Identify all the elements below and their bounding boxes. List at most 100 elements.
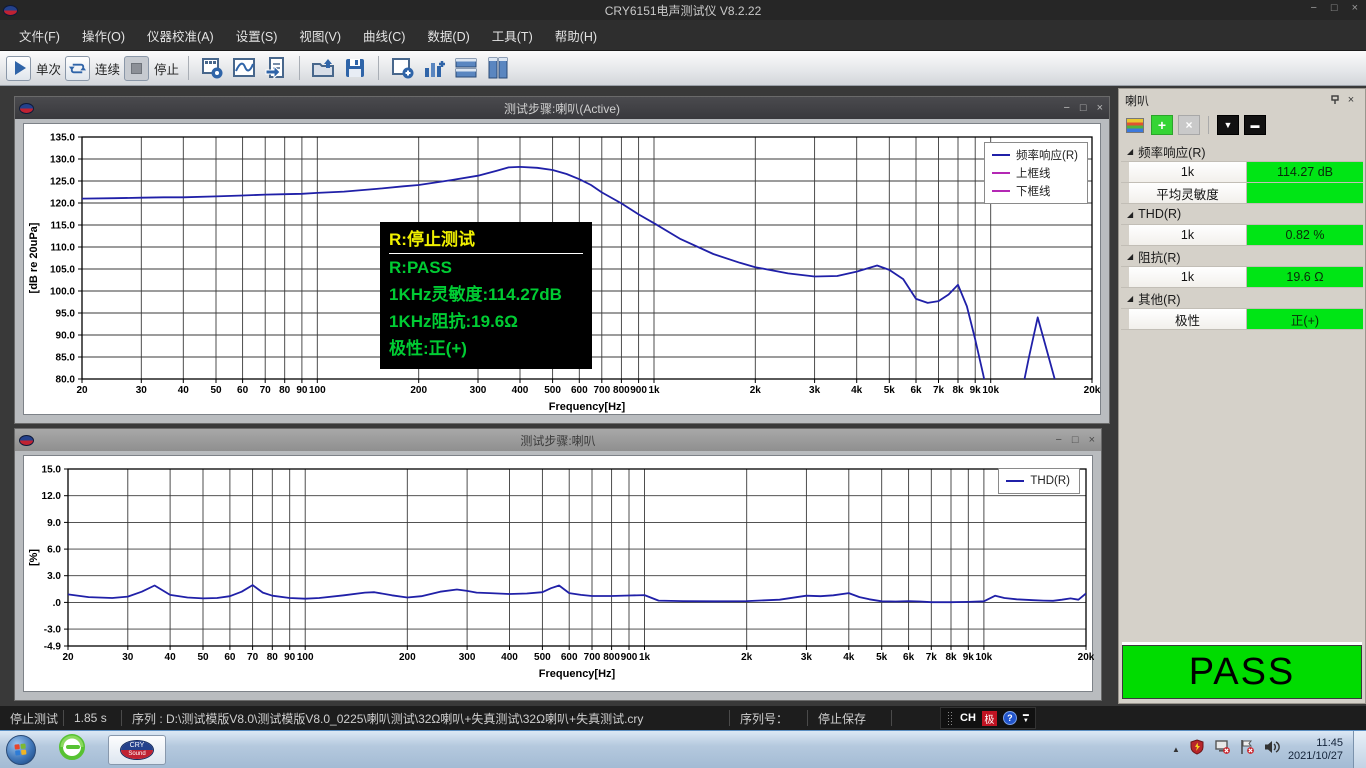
svg-text:70: 70 bbox=[247, 652, 259, 663]
row-name[interactable]: 极性 bbox=[1129, 309, 1247, 329]
minimize-icon[interactable]: − bbox=[1310, 2, 1316, 14]
svg-text:20k: 20k bbox=[1084, 385, 1101, 396]
help-icon[interactable]: ? bbox=[1003, 711, 1017, 725]
svg-text:105.0: 105.0 bbox=[50, 265, 75, 276]
expander-icon[interactable]: ◢ bbox=[1127, 210, 1133, 219]
svg-text:95.0: 95.0 bbox=[56, 309, 76, 320]
close-icon[interactable]: × bbox=[1343, 92, 1359, 108]
thd-chart[interactable]: 2030405060708090100200300400500600700800… bbox=[23, 455, 1093, 692]
browser-icon[interactable] bbox=[58, 733, 86, 766]
menu-help[interactable]: 帮助(H) bbox=[544, 21, 608, 50]
chart2-title: 测试步骤:喇叭 bbox=[15, 432, 1101, 449]
grip-icon[interactable] bbox=[947, 711, 954, 725]
svg-text:800: 800 bbox=[603, 652, 620, 663]
row-name[interactable]: 1k bbox=[1129, 225, 1247, 245]
expander-icon[interactable]: ◢ bbox=[1127, 252, 1133, 261]
language-bar[interactable]: CH 极 ? ▬▼ bbox=[940, 707, 1036, 729]
svg-text:3k: 3k bbox=[801, 652, 813, 663]
pin-icon[interactable] bbox=[1327, 92, 1343, 108]
chart1-titlebar[interactable]: 测试步骤:喇叭(Active) − □ × bbox=[15, 97, 1109, 119]
ime-icon[interactable]: 极 bbox=[982, 711, 997, 726]
row-name[interactable]: 平均灵敏度 bbox=[1129, 183, 1247, 203]
show-desktop-button[interactable] bbox=[1353, 731, 1366, 768]
group-other[interactable]: ◢ 其他(R) bbox=[1121, 288, 1363, 309]
results-panel-header: 喇叭 × bbox=[1119, 89, 1365, 111]
minimize-icon[interactable]: − bbox=[1055, 434, 1061, 446]
menu-curve[interactable]: 曲线(C) bbox=[352, 21, 416, 50]
add-chart-button[interactable] bbox=[420, 55, 448, 82]
svg-text:7k: 7k bbox=[933, 385, 945, 396]
menu-calibration[interactable]: 仪器校准(A) bbox=[136, 21, 225, 50]
frequency-response-chart[interactable]: 2030405060708090100200300400500600700800… bbox=[23, 123, 1101, 415]
new-window-button[interactable] bbox=[388, 55, 416, 82]
delete-button[interactable]: × bbox=[1178, 115, 1200, 135]
row-name[interactable]: 1k bbox=[1129, 162, 1247, 182]
start-button[interactable] bbox=[6, 735, 36, 765]
svg-text:200: 200 bbox=[399, 652, 416, 663]
chart2-titlebar[interactable]: 测试步骤:喇叭 − □ × bbox=[15, 429, 1101, 451]
open-file-button[interactable] bbox=[309, 55, 337, 82]
expand-all-button[interactable]: ▼ bbox=[1217, 115, 1239, 135]
menu-file[interactable]: 文件(F) bbox=[8, 21, 71, 50]
network-icon[interactable] bbox=[1214, 739, 1230, 760]
minimize-icon[interactable]: − bbox=[1063, 102, 1069, 114]
taskbar-clock[interactable]: 11:45 2021/10/27 bbox=[1288, 737, 1343, 763]
show-hidden-icons[interactable]: ▲ bbox=[1172, 745, 1180, 754]
volume-icon[interactable] bbox=[1264, 739, 1282, 760]
row-value: 正(+) bbox=[1247, 309, 1363, 329]
action-center-flag-icon[interactable] bbox=[1239, 739, 1255, 760]
restore-icon[interactable]: □ bbox=[1072, 434, 1079, 446]
group-impedance[interactable]: ◢ 阻抗(R) bbox=[1121, 246, 1363, 267]
group-thd[interactable]: ◢ THD(R) bbox=[1121, 204, 1363, 225]
close-icon[interactable]: × bbox=[1352, 2, 1358, 14]
report-export-button[interactable] bbox=[262, 55, 290, 82]
statusbar: 停止测试 1.85 s 序列 : D:\测试模版V8.0\测试模版V8.0_02… bbox=[0, 706, 1366, 730]
result-row: 1k 0.82 % bbox=[1121, 225, 1363, 246]
expander-icon[interactable]: ◢ bbox=[1127, 147, 1133, 156]
curve-settings-button[interactable] bbox=[230, 55, 258, 82]
chart-add-icon bbox=[420, 55, 448, 82]
tile-vertical-icon bbox=[484, 55, 512, 82]
svg-text:600: 600 bbox=[561, 652, 578, 663]
restore-icon[interactable]: □ bbox=[1080, 102, 1087, 114]
menu-settings[interactable]: 设置(S) bbox=[225, 21, 289, 50]
menu-data[interactable]: 数据(D) bbox=[416, 21, 480, 50]
svg-text:70: 70 bbox=[260, 385, 272, 396]
svg-text:115.0: 115.0 bbox=[51, 221, 76, 232]
svg-text:12.0: 12.0 bbox=[42, 491, 62, 502]
expander-icon[interactable]: ◢ bbox=[1127, 294, 1133, 303]
menu-tools[interactable]: 工具(T) bbox=[481, 21, 544, 50]
antivirus-shield-icon[interactable] bbox=[1189, 739, 1205, 760]
row-name[interactable]: 1k bbox=[1129, 267, 1247, 287]
open-folder-icon bbox=[309, 55, 337, 82]
taskbar-app-cry6151[interactable]: CRYSound bbox=[108, 735, 166, 765]
close-icon[interactable]: × bbox=[1097, 102, 1103, 114]
tile-horizontal-button[interactable] bbox=[452, 55, 480, 82]
collapse-all-button[interactable]: ▬ bbox=[1244, 115, 1266, 135]
svg-text:8k: 8k bbox=[952, 385, 964, 396]
run-single-button[interactable]: 单次 bbox=[6, 56, 61, 81]
group-frequency-response[interactable]: ◢ 频率响应(R) bbox=[1121, 141, 1363, 162]
menu-operate[interactable]: 操作(O) bbox=[71, 21, 136, 50]
clock-date: 2021/10/27 bbox=[1288, 750, 1343, 763]
add-button[interactable]: + bbox=[1151, 115, 1173, 135]
stop-button[interactable]: 停止 bbox=[124, 56, 179, 81]
save-button[interactable] bbox=[341, 55, 369, 82]
row-value: 114.27 dB bbox=[1247, 162, 1363, 182]
maximize-icon[interactable]: □ bbox=[1331, 2, 1338, 14]
svg-text:10k: 10k bbox=[976, 652, 993, 663]
run-continuous-button[interactable]: 连续 bbox=[65, 56, 120, 81]
svg-text:500: 500 bbox=[544, 385, 561, 396]
close-icon[interactable]: × bbox=[1089, 434, 1095, 446]
curve-list-icon[interactable] bbox=[1124, 115, 1146, 135]
menu-view[interactable]: 视图(V) bbox=[288, 21, 352, 50]
svg-text:80.0: 80.0 bbox=[56, 375, 76, 386]
svg-text:50: 50 bbox=[210, 385, 222, 396]
clock-time: 11:45 bbox=[1288, 737, 1343, 750]
language-indicator[interactable]: CH bbox=[960, 712, 976, 724]
options-arrow-icon[interactable]: ▼ bbox=[1023, 718, 1029, 724]
svg-text:135.0: 135.0 bbox=[50, 133, 75, 144]
test-settings-button[interactable] bbox=[198, 55, 226, 82]
svg-text:15.0: 15.0 bbox=[42, 465, 62, 476]
tile-vertical-button[interactable] bbox=[484, 55, 512, 82]
